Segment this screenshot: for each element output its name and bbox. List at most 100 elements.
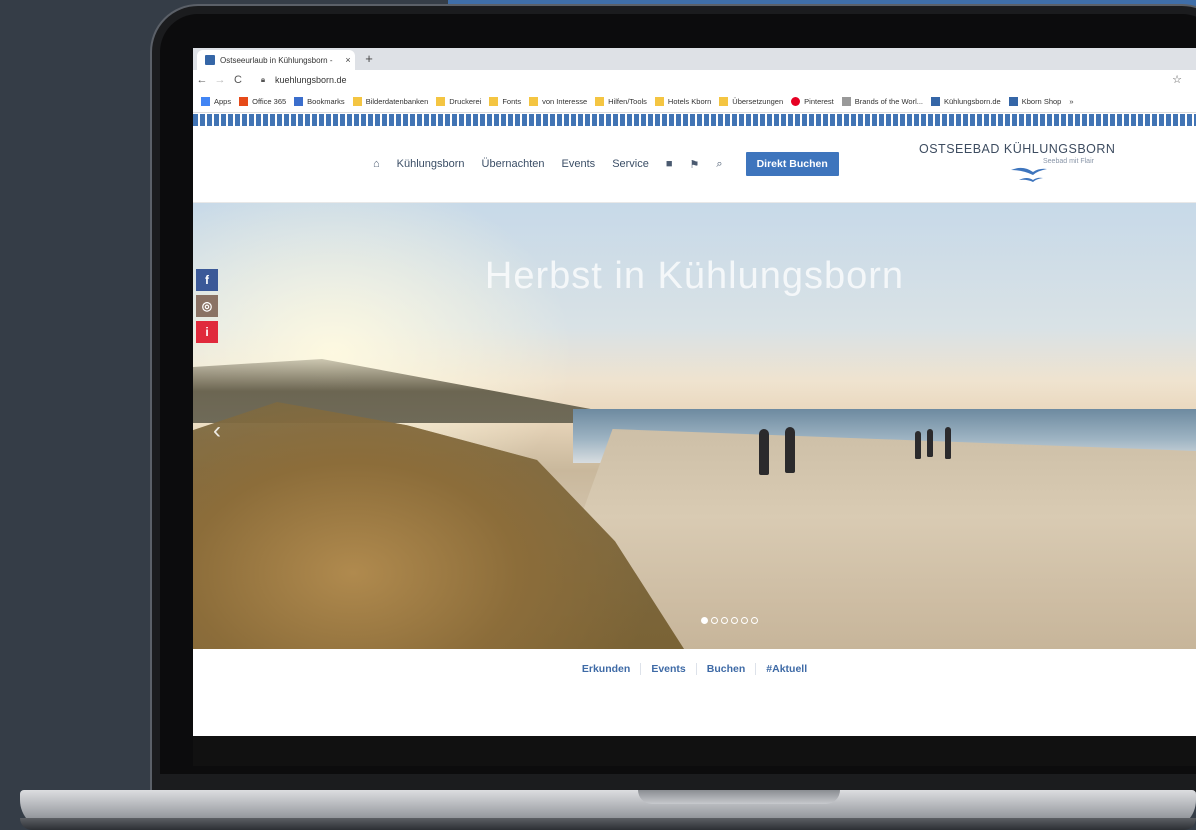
- reload-icon[interactable]: C: [229, 74, 247, 86]
- bookmarks-bar: Apps Office 365 Bookmarks Bilderdatenbanken…: [193, 90, 1196, 113]
- bookmark-label: Bilderdatenbanken: [365, 96, 429, 106]
- subnav-item-aktuell[interactable]: #Aktuell: [756, 663, 817, 675]
- pinterest-icon: [791, 96, 801, 106]
- browser-tab-bar: Ostseeurlaub in Kühlungsborn - × +: [193, 48, 1196, 70]
- carousel-dot[interactable]: [751, 617, 758, 624]
- carousel-dot[interactable]: [731, 617, 738, 624]
- folder-icon: [654, 96, 664, 106]
- bookmark-label: Apps: [214, 96, 232, 106]
- close-icon[interactable]: ×: [341, 55, 355, 65]
- search-icon[interactable]: ⌕: [716, 158, 722, 171]
- kborn-favicon-icon: [205, 55, 215, 65]
- folder-icon: [436, 96, 446, 106]
- flag-icon[interactable]: ⚑: [690, 158, 700, 171]
- direkt-buchen-button[interactable]: Direkt Buchen: [745, 152, 839, 176]
- nav-item-uebernachten[interactable]: Übernachten: [482, 158, 545, 170]
- nav-item-events[interactable]: Events: [562, 158, 596, 170]
- brands-icon: [841, 96, 851, 106]
- tab-title: Ostseeurlaub in Kühlungsborn -: [220, 55, 333, 65]
- bookmark-item[interactable]: Kborn Shop: [1008, 96, 1062, 106]
- kborn-favicon-icon: [1008, 96, 1018, 106]
- bookmark-label: Übersetzungen: [732, 96, 784, 106]
- subnav-item-erkunden[interactable]: Erkunden: [572, 663, 642, 675]
- carousel-dot[interactable]: [711, 617, 718, 624]
- browser-tab[interactable]: Ostseeurlaub in Kühlungsborn - ×: [197, 50, 355, 70]
- bookmarks-overflow-button[interactable]: »: [1069, 97, 1073, 106]
- bookmark-item[interactable]: Apps: [201, 96, 232, 106]
- bookmark-label: Hotels Kborn: [667, 96, 712, 106]
- laptop-screen: Ostseeurlaub in Kühlungsborn - × + ← → C…: [193, 48, 1196, 736]
- walking-person: [759, 429, 769, 475]
- seagull-logo-icon: [1011, 167, 1047, 182]
- bookmark-label: von Interesse: [542, 96, 588, 106]
- office-icon: [239, 96, 249, 106]
- bookmark-item[interactable]: Hilfen/Tools: [595, 96, 647, 106]
- hero-title: Herbst in Kühlungsborn: [484, 255, 905, 297]
- lock-icon: 🔒︎: [260, 75, 266, 84]
- info-icon[interactable]: i: [196, 321, 218, 343]
- address-bar: ← → C 🔒︎ kuehlungsborn.de ☆: [193, 70, 1196, 90]
- instagram-icon[interactable]: ◎: [196, 295, 218, 317]
- brand-logo-link[interactable]: OSTSEEBAD KÜHLUNGSBORN Seebad mit Flair: [919, 142, 1116, 182]
- carousel-dot[interactable]: [701, 617, 708, 624]
- bookmark-label: Bookmarks: [307, 96, 345, 106]
- forward-icon[interactable]: →: [211, 74, 229, 86]
- main-nav: ⌂ Kühlungsborn Übernachten Events Servic…: [373, 152, 839, 176]
- bookmark-item[interactable]: Brands of the Worl...: [841, 96, 923, 106]
- bookmark-item[interactable]: Pinterest: [791, 96, 834, 106]
- url-field[interactable]: kuehlungsborn.de: [275, 75, 347, 85]
- back-icon[interactable]: ←: [193, 74, 211, 86]
- screen-bottom-bezel: [193, 736, 1196, 766]
- bookmark-label: Druckerei: [449, 96, 482, 106]
- folder-icon: [719, 96, 729, 106]
- bookmark-item[interactable]: Bookmarks: [294, 96, 345, 106]
- bookmark-item[interactable]: Hotels Kborn: [654, 96, 712, 106]
- brand-tagline: Seebad mit Flair: [1043, 158, 1094, 165]
- brand-name: OSTSEEBAD KÜHLUNGSBORN: [919, 142, 1116, 156]
- bookmark-label: Hilfen/Tools: [608, 96, 647, 106]
- folder-icon: [352, 96, 362, 106]
- walking-person: [945, 427, 951, 459]
- kborn-favicon-icon: [931, 96, 940, 106]
- nav-item-kuehlungsborn[interactable]: Kühlungsborn: [397, 158, 465, 170]
- walking-person: [927, 429, 933, 457]
- bookmark-item[interactable]: Übersetzungen: [719, 96, 784, 106]
- video-icon[interactable]: ■: [666, 158, 673, 170]
- header-stripe: [193, 114, 1196, 126]
- star-icon: [294, 96, 304, 106]
- folder-icon: [529, 96, 539, 106]
- laptop-base-edge: [20, 818, 1196, 830]
- bookmark-label: Kborn Shop: [1021, 96, 1062, 106]
- bookmark-label: Fonts: [502, 96, 522, 106]
- sub-nav: Erkunden Events Buchen #Aktuell: [193, 649, 1196, 689]
- walking-person: [785, 427, 795, 473]
- bookmark-item[interactable]: Kühlungsborn.de: [931, 96, 1001, 106]
- carousel-dots: [701, 617, 761, 624]
- bookmark-item[interactable]: Office 365: [239, 96, 287, 106]
- bookmark-star-icon[interactable]: ☆: [1172, 73, 1182, 86]
- walking-person: [915, 431, 921, 459]
- bookmark-item[interactable]: von Interesse: [529, 96, 588, 106]
- hero-carousel: Herbst in Kühlungsborn ‹: [193, 203, 1196, 649]
- folder-icon: [595, 96, 605, 106]
- site-header: ⌂ Kühlungsborn Übernachten Events Servic…: [193, 126, 1196, 203]
- apps-grid-icon: [201, 96, 210, 106]
- bookmark-label: Office 365: [252, 96, 287, 106]
- bookmark-item[interactable]: Druckerei: [436, 96, 482, 106]
- carousel-dot[interactable]: [741, 617, 748, 624]
- carousel-prev-icon[interactable]: ‹: [213, 417, 221, 445]
- subnav-item-events[interactable]: Events: [641, 663, 697, 675]
- facebook-icon[interactable]: f: [196, 269, 218, 291]
- bookmark-item[interactable]: Bilderdatenbanken: [352, 96, 429, 106]
- folder-icon: [489, 96, 499, 106]
- nav-item-service[interactable]: Service: [612, 158, 649, 170]
- home-icon[interactable]: ⌂: [373, 158, 380, 170]
- new-tab-button[interactable]: +: [361, 51, 377, 67]
- bookmark-label: Pinterest: [804, 96, 834, 106]
- bookmark-item[interactable]: Fonts: [489, 96, 522, 106]
- bookmark-label: Brands of the Worl...: [854, 96, 923, 106]
- laptop-opening-notch: [638, 790, 840, 804]
- bookmark-label: Kühlungsborn.de: [944, 96, 1001, 106]
- subnav-item-buchen[interactable]: Buchen: [697, 663, 757, 675]
- carousel-dot[interactable]: [721, 617, 728, 624]
